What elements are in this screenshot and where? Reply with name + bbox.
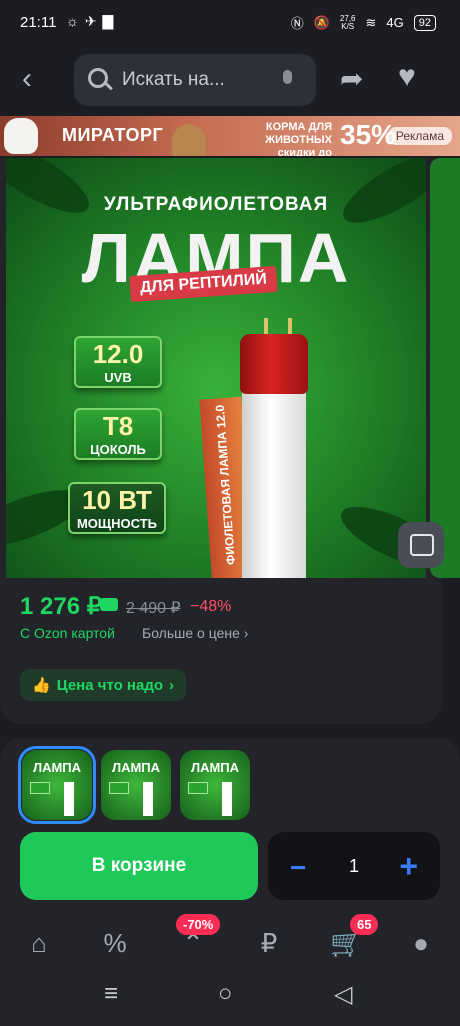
thumbnail[interactable]: ЛАМПА bbox=[18, 746, 96, 824]
recent-apps-icon[interactable]: ≡ bbox=[104, 980, 118, 1008]
microphone-icon[interactable] bbox=[283, 70, 292, 84]
ozon-card-label: С Ozon картой bbox=[20, 625, 115, 641]
percent-icon[interactable]: % bbox=[100, 928, 130, 958]
status-icons: Ⓝ 🔕 27,6 K/S ≋ 4G 92 bbox=[291, 13, 436, 32]
battery-indicator: 92 bbox=[413, 14, 436, 31]
search-placeholder: Искать на... bbox=[122, 69, 225, 90]
thumbs-up-icon: 👍 bbox=[32, 677, 51, 694]
share-icon[interactable]: ➦ bbox=[340, 62, 363, 95]
notification-icons: ☼✈▇ bbox=[66, 13, 120, 29]
wallet-icon bbox=[100, 598, 118, 611]
more-price-link[interactable]: Больше о цене › bbox=[142, 625, 248, 641]
decrease-button[interactable]: − bbox=[290, 852, 306, 884]
ruble-icon[interactable]: ₽ bbox=[254, 928, 284, 958]
top-bar: ‹ Искать на... ➦ ♥ bbox=[0, 52, 460, 108]
ad-banner[interactable]: МИРАТОРГ КОРМА ДЛЯ ЖИВОТНЫХ скидки до 35… bbox=[0, 116, 460, 156]
spec-badge: 12.0 UVB bbox=[74, 336, 162, 388]
discount-percent: −48% bbox=[190, 598, 232, 615]
lamp-cap bbox=[240, 334, 308, 394]
wifi-icon: ≋ bbox=[365, 14, 377, 30]
dog-image bbox=[4, 118, 38, 154]
chevron-right-icon: › bbox=[243, 625, 249, 641]
chevron-right-icon: › bbox=[169, 676, 175, 694]
cart-count-badge: 65 bbox=[350, 914, 379, 935]
mute-icon: 🔕 bbox=[313, 14, 330, 30]
next-photo-peek[interactable] bbox=[430, 158, 460, 578]
quantity-stepper: − 1 + bbox=[268, 832, 440, 900]
nfc-icon: Ⓝ bbox=[290, 16, 304, 31]
search-icon bbox=[88, 68, 108, 88]
spec-badge: T8 ЦОКОЛЬ bbox=[74, 408, 162, 460]
search-input[interactable]: Искать на... bbox=[74, 54, 316, 106]
ad-brand: МИРАТОРГ bbox=[62, 125, 164, 145]
product-photo[interactable]: УЛЬТРАФИОЛЕТОВАЯ ЛАМПА ДЛЯ РЕПТИЛИЙ 12.0… bbox=[6, 158, 426, 578]
discount-badge: -70% bbox=[176, 914, 221, 935]
home-circle-icon[interactable]: ○ bbox=[218, 980, 233, 1008]
thumbnail[interactable]: ЛАМПА bbox=[101, 750, 171, 820]
ad-promo-text: КОРМА ДЛЯ ЖИВОТНЫХ скидки до bbox=[265, 121, 332, 156]
favorite-heart-icon[interactable]: ♥ bbox=[398, 60, 416, 94]
cat-image bbox=[172, 124, 206, 156]
back-triangle-icon[interactable]: ◁ bbox=[334, 980, 352, 1009]
good-price-label: Цена что надо bbox=[56, 676, 164, 694]
good-price-badge[interactable]: 👍 Цена что надо › bbox=[20, 669, 187, 701]
back-icon[interactable]: ‹ bbox=[22, 64, 32, 94]
home-icon[interactable]: ⌂ bbox=[24, 928, 54, 958]
ad-label: Реклама bbox=[387, 127, 452, 145]
quantity-value: 1 bbox=[348, 856, 359, 876]
status-time: 21:11 bbox=[20, 14, 57, 31]
status-bar: 21:11 ☼✈▇ Ⓝ 🔕 27,6 K/S ≋ 4G 92 bbox=[0, 0, 460, 46]
net-speed: 27,6 K/S bbox=[339, 13, 356, 31]
spec-badge: 10 ВТ МОЩНОСТЬ bbox=[68, 482, 166, 534]
in-cart-button[interactable]: В корзине bbox=[20, 832, 258, 900]
thumbnail[interactable]: ЛАМПА bbox=[180, 750, 250, 820]
image-search-icon[interactable] bbox=[398, 522, 444, 568]
increase-button[interactable]: + bbox=[399, 848, 418, 885]
network-label: 4G bbox=[386, 15, 404, 30]
photo-subtitle: УЛЬТРАФИОЛЕТОВАЯ bbox=[103, 194, 329, 215]
old-price: 2 490 ₽ bbox=[126, 600, 181, 617]
profile-icon[interactable]: ● bbox=[406, 928, 436, 958]
current-price: 1 276 ₽ bbox=[20, 593, 102, 620]
